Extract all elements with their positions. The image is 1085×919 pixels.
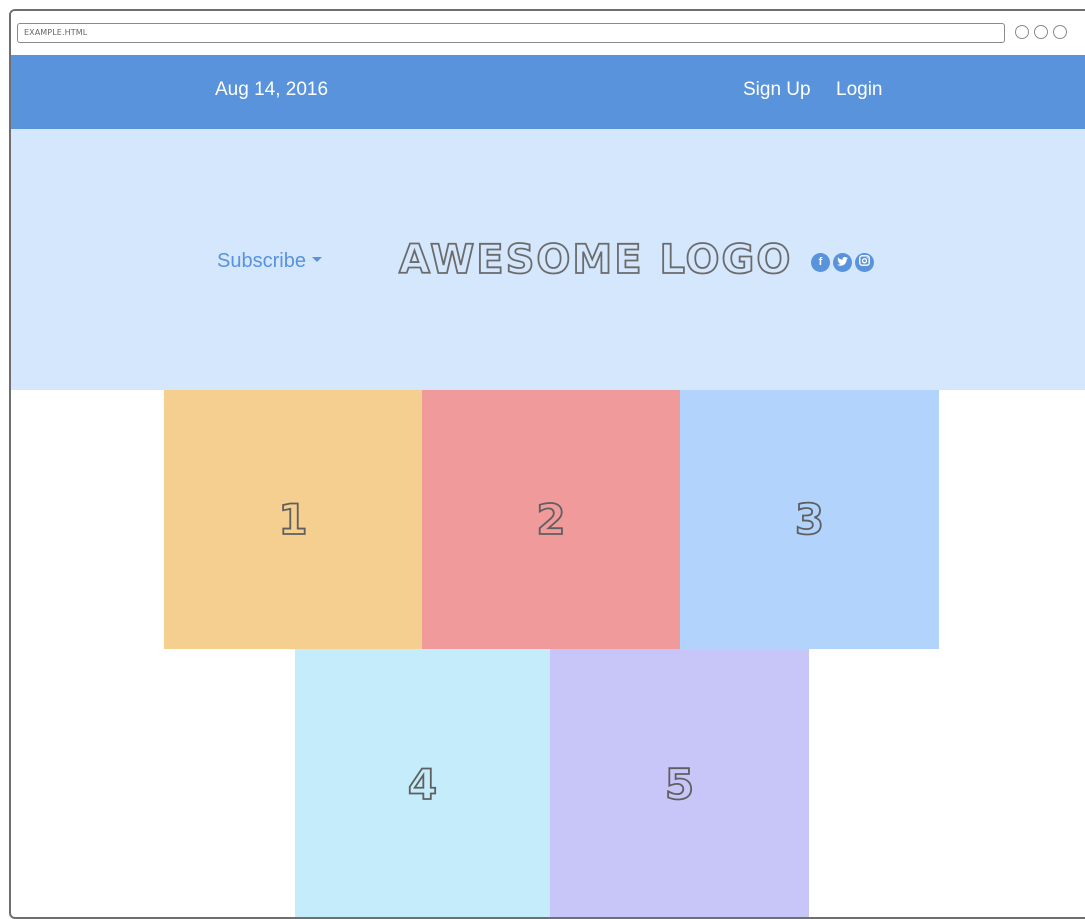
tile-number: 2 <box>535 494 566 545</box>
login-link[interactable]: Login <box>836 79 883 101</box>
hero-section: Subscribe AWESOME LOGO f <box>11 129 1085 390</box>
browser-window: EXAMPLE.HTML Aug 14, 2016 Sign Up Login … <box>9 9 1085 919</box>
tile-5[interactable]: 5 <box>550 649 809 917</box>
top-bar: Aug 14, 2016 Sign Up Login <box>11 55 1085 129</box>
tile-number: 1 <box>277 494 308 545</box>
window-button-3[interactable] <box>1053 25 1067 39</box>
address-bar[interactable]: EXAMPLE.HTML <box>17 23 1005 43</box>
tile-3[interactable]: 3 <box>680 390 939 649</box>
tile-number: 3 <box>794 494 825 545</box>
signup-link[interactable]: Sign Up <box>743 79 811 101</box>
date-label: Aug 14, 2016 <box>215 79 329 100</box>
tile-1[interactable]: 1 <box>164 390 422 649</box>
instagram-icon[interactable] <box>855 253 874 272</box>
tile-2[interactable]: 2 <box>422 390 680 649</box>
tile-number: 5 <box>664 759 695 810</box>
site-logo[interactable]: AWESOME LOGO <box>398 236 792 284</box>
browser-chrome: EXAMPLE.HTML <box>11 11 1085 56</box>
window-button-2[interactable] <box>1034 25 1048 39</box>
caret-down-icon <box>311 257 322 263</box>
facebook-icon[interactable]: f <box>811 253 830 272</box>
window-button-1[interactable] <box>1015 25 1029 39</box>
subscribe-label: Subscribe <box>217 250 306 272</box>
subscribe-dropdown[interactable]: Subscribe <box>217 250 322 273</box>
tile-number: 4 <box>407 759 438 810</box>
tile-4[interactable]: 4 <box>295 649 550 917</box>
twitter-icon[interactable] <box>833 253 852 272</box>
